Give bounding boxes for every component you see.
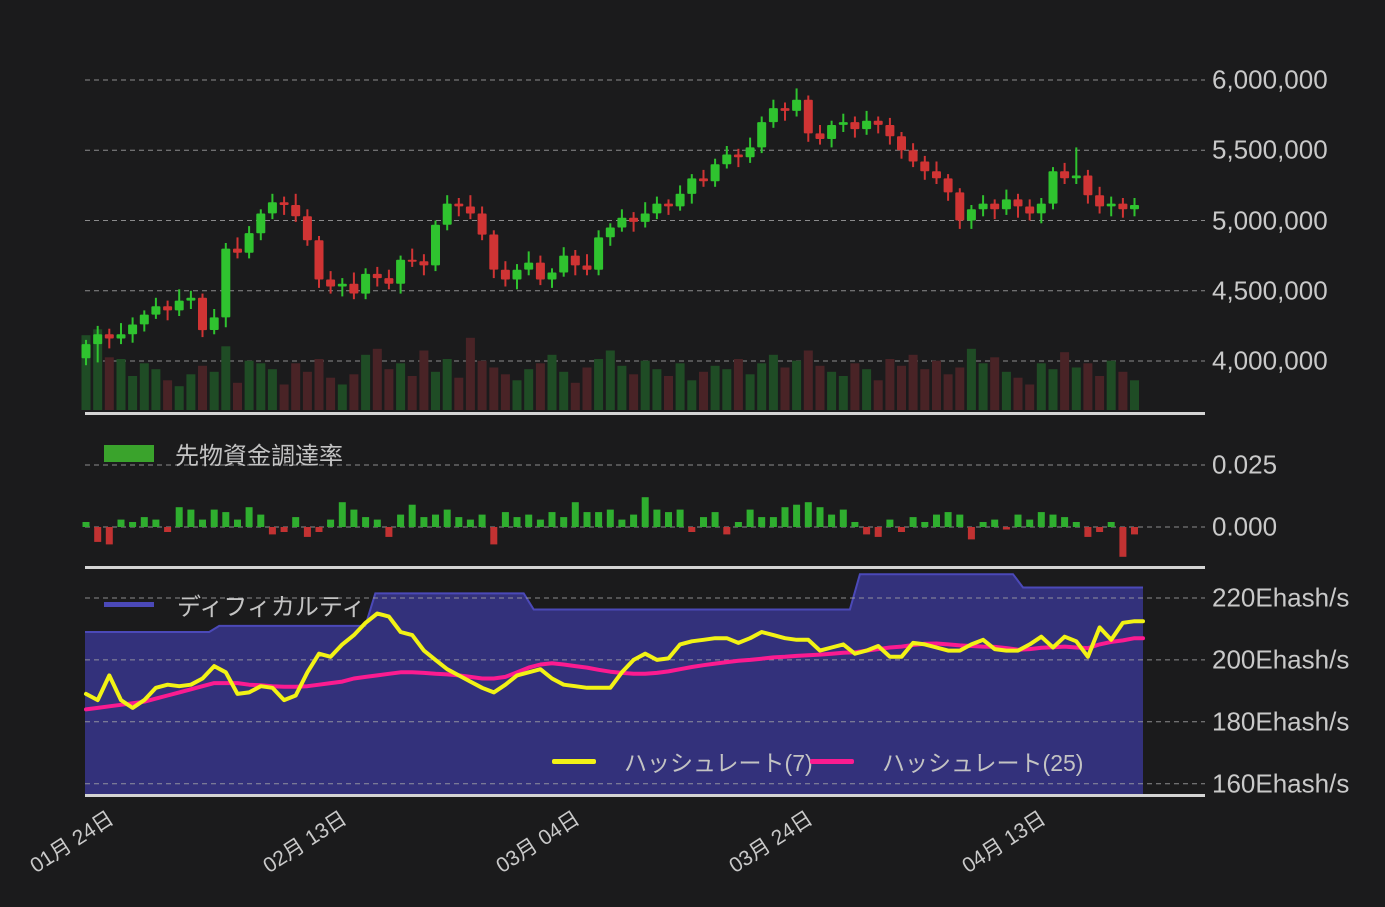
legend-funding[interactable]: 先物資金調達率 [104, 436, 343, 471]
hashrate-axis-tick-label: 160Ehash/s [1212, 768, 1349, 799]
hashrate-axis-tick-label: 200Ehash/s [1212, 644, 1349, 675]
funding-axis-tick-label: 0.000 [1212, 512, 1277, 543]
funding-bars-layer [83, 497, 1139, 557]
price-axis-tick-label: 5,500,000 [1212, 135, 1328, 166]
trading-chart-root: 先物資金調達率 ディフィカルティ ハッシュレート(7) ハッシュレート(25) … [0, 0, 1385, 907]
hashrate-axis-tick-label: 220Ehash/s [1212, 583, 1349, 614]
hashrate-axis-tick-label: 180Ehash/s [1212, 706, 1349, 737]
difficulty-legend-label: ディフィカルティ [177, 587, 365, 622]
candlestick-layer [82, 88, 1140, 365]
funding-axis-tick-label: 0.025 [1212, 450, 1277, 481]
hashrate25-swatch-icon [810, 759, 854, 764]
volume-layer [82, 329, 1140, 410]
hashrate7-legend-label: ハッシュレート(7) [624, 744, 813, 778]
price-axis-tick-label: 4,000,000 [1212, 346, 1328, 377]
price-axis-tick-label: 4,500,000 [1212, 275, 1328, 306]
legend-hashrate-25[interactable]: ハッシュレート(25) [810, 744, 1083, 778]
price-axis-tick-label: 5,000,000 [1212, 205, 1328, 236]
hashrate7-swatch-icon [552, 759, 596, 764]
hashrate25-legend-label: ハッシュレート(25) [882, 744, 1083, 778]
funding-swatch-icon [104, 445, 154, 462]
funding-legend-label: 先物資金調達率 [175, 436, 343, 471]
price-axis-tick-label: 6,000,000 [1212, 65, 1328, 96]
legend-difficulty[interactable]: ディフィカルティ [104, 587, 365, 622]
difficulty-swatch-icon [104, 602, 154, 607]
legend-hashrate-7[interactable]: ハッシュレート(7) [552, 744, 813, 778]
